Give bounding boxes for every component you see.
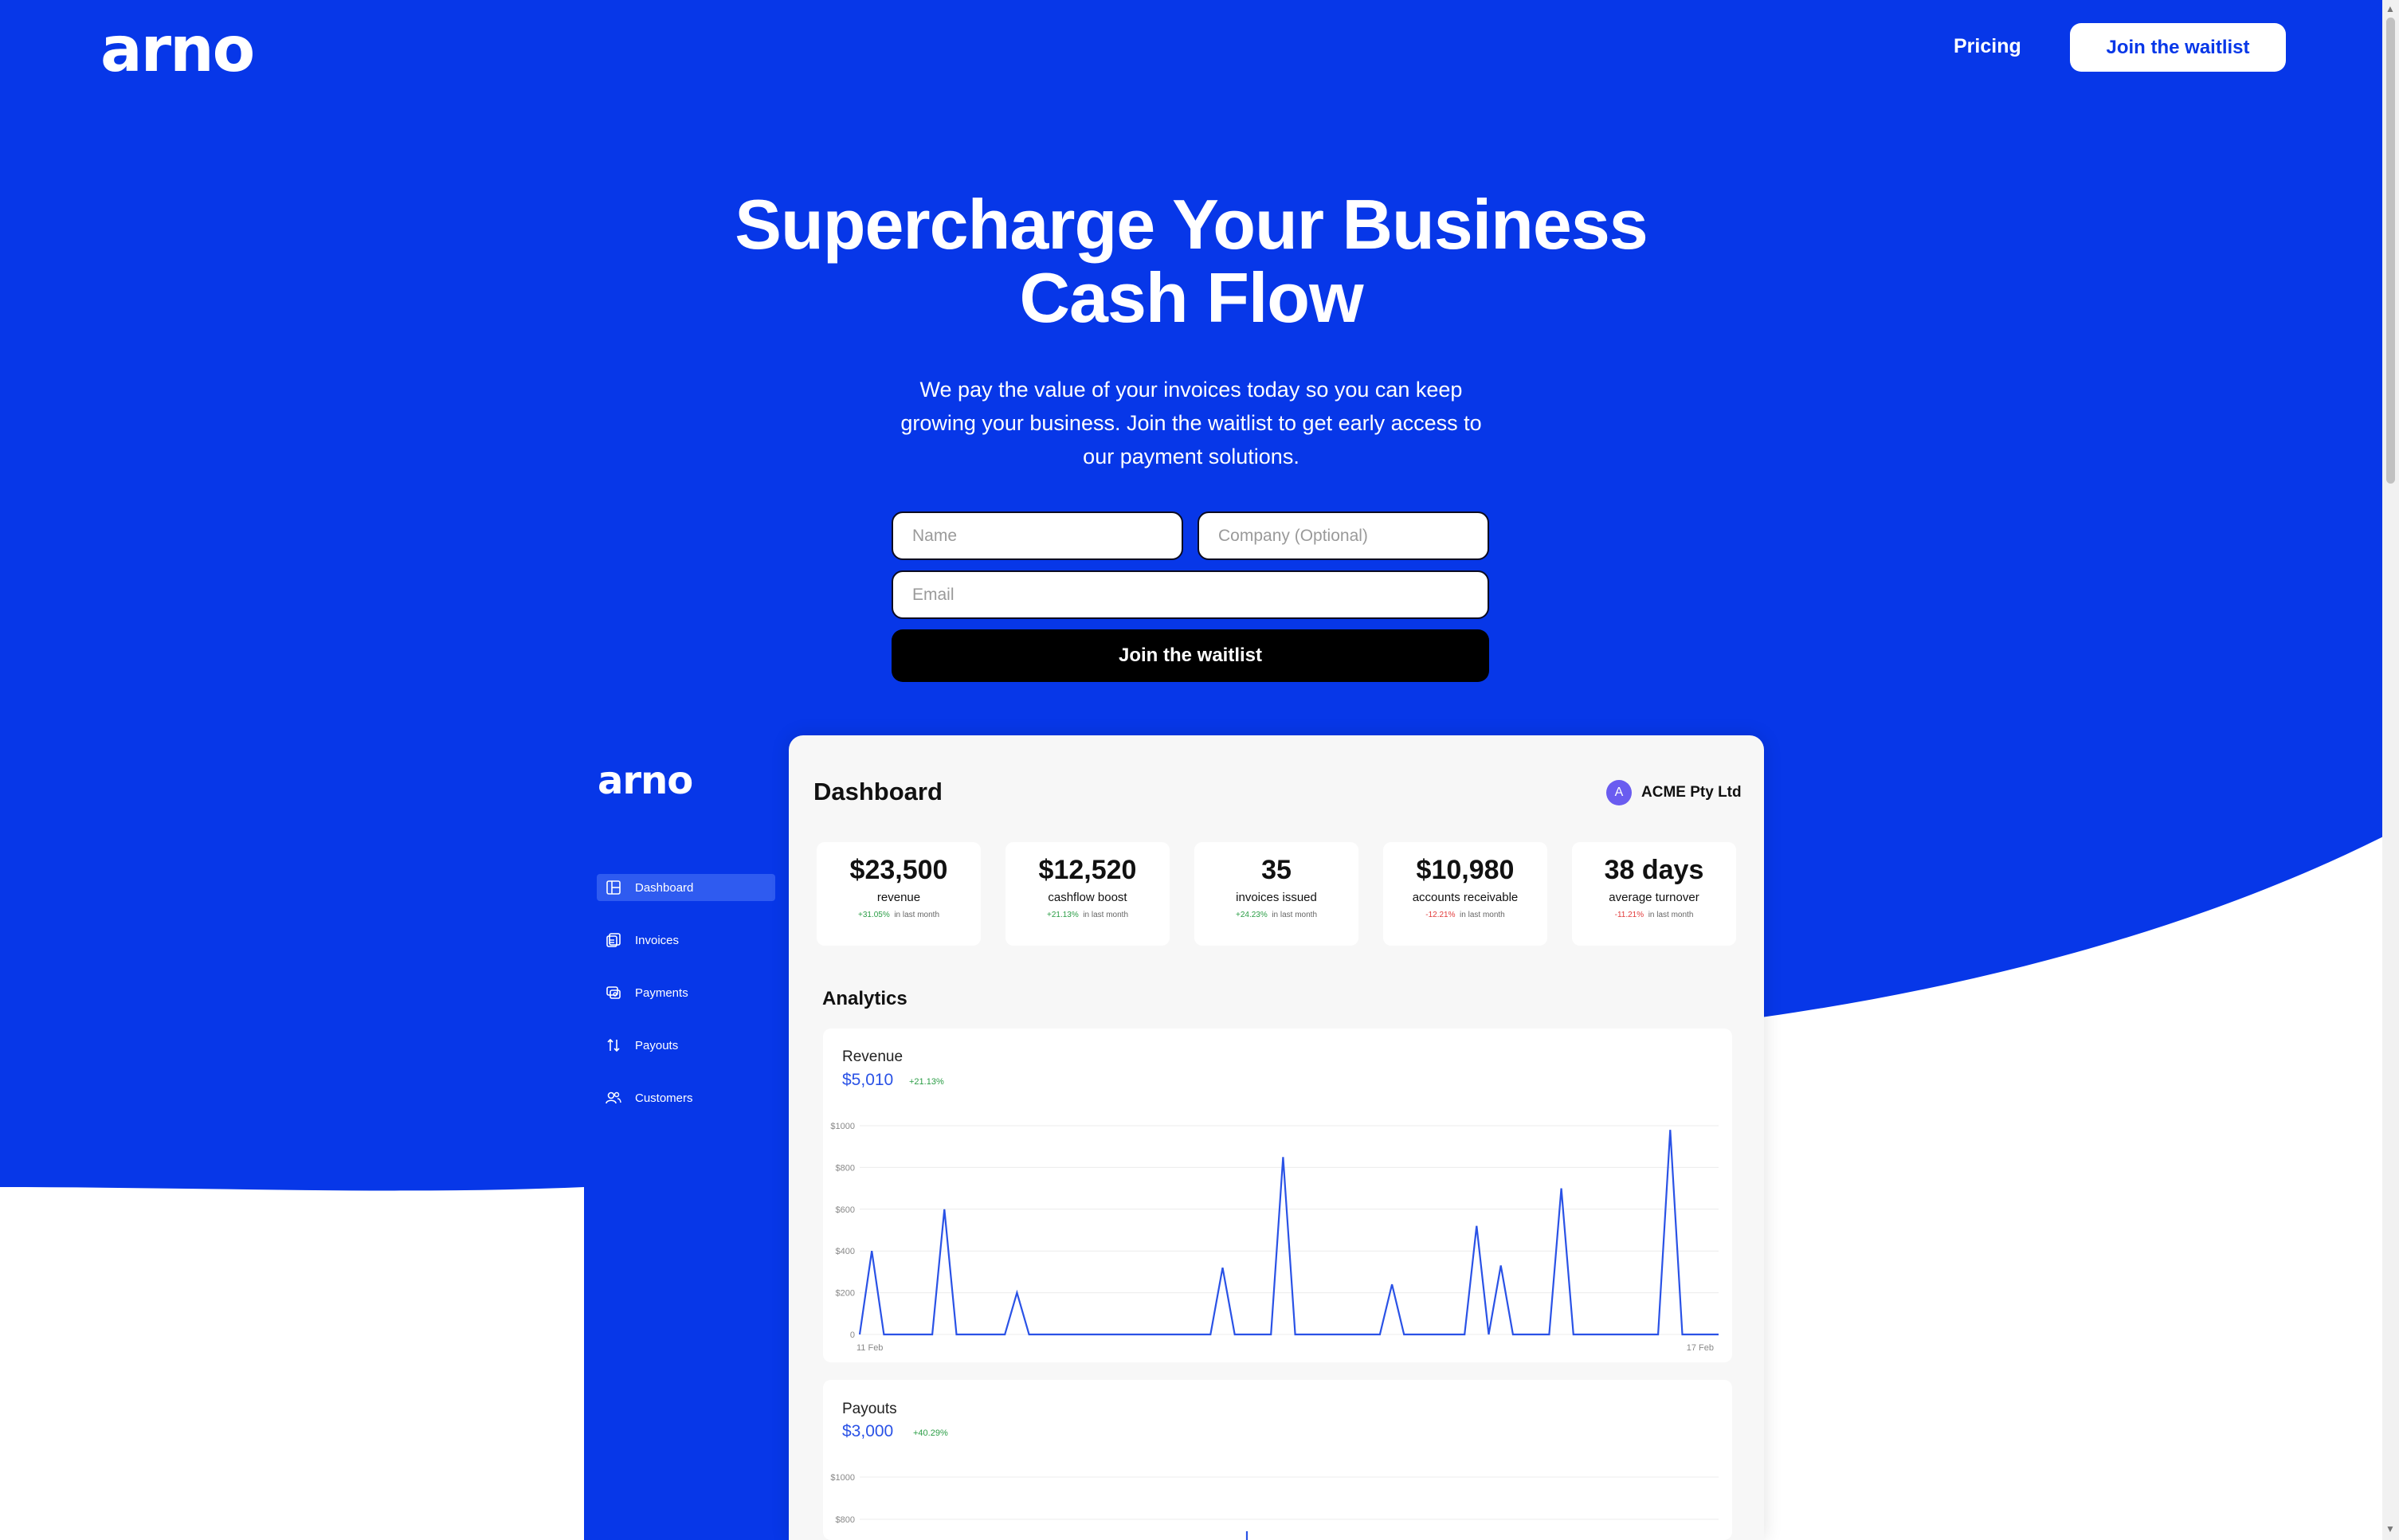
stat-value: $23,500 bbox=[849, 855, 948, 885]
stat-value: $12,520 bbox=[1038, 855, 1137, 885]
company-input[interactable] bbox=[1198, 511, 1489, 560]
stat-change: -12.21% in last month bbox=[1425, 911, 1505, 919]
sidebar-item-customers[interactable]: Customers bbox=[597, 1084, 775, 1111]
hero-headline-line1: Supercharge Your Business bbox=[735, 185, 1648, 264]
stat-label: accounts receivable bbox=[1412, 891, 1519, 904]
sidebar-item-invoices[interactable]: Invoices bbox=[597, 927, 775, 954]
sidebar-item-payouts[interactable]: Payouts bbox=[597, 1032, 775, 1059]
payouts-line-chart: $1000 $800 bbox=[830, 1473, 1719, 1540]
stat-label: revenue bbox=[876, 891, 921, 904]
email-input[interactable] bbox=[892, 570, 1489, 619]
y-tick-label: $200 bbox=[836, 1289, 855, 1299]
stat-change: +31.05% in last month bbox=[857, 911, 940, 919]
sidebar-item-label: Dashboard bbox=[635, 880, 694, 895]
dashboard-icon bbox=[605, 879, 622, 896]
payouts-chart-card: Payouts $3,000 +40.29% $1000 $800 bbox=[823, 1380, 1732, 1540]
y-tick-label: $600 bbox=[836, 1205, 855, 1215]
stat-card-cashflow-boost: $12,520 cashflow boost +21.13% in last m… bbox=[1005, 842, 1170, 946]
avatar: A bbox=[1606, 780, 1632, 805]
stat-label: cashflow boost bbox=[1048, 891, 1127, 904]
stat-card-revenue: $23,500 revenue +31.05% in last month bbox=[817, 842, 981, 946]
invoices-icon bbox=[605, 931, 622, 949]
dashboard-title: Dashboard bbox=[813, 778, 943, 805]
dashboard-logo: arno bbox=[598, 758, 693, 803]
payouts-icon bbox=[605, 1036, 622, 1054]
hero-headline: Supercharge Your Business Cash Flow bbox=[558, 188, 1825, 335]
revenue-chart-card: Revenue $5,010 +21.13% 0 $200 $400 $600 $800… bbox=[823, 1029, 1732, 1362]
y-tick-label: $800 bbox=[836, 1515, 855, 1525]
stat-label: invoices issued bbox=[1236, 891, 1317, 904]
stat-card-average-turnover: 38 days average turnover -11.21% in last… bbox=[1572, 842, 1736, 946]
stat-value: $10,980 bbox=[1416, 855, 1515, 885]
y-tick-label: $800 bbox=[836, 1163, 855, 1173]
join-waitlist-button[interactable]: Join the waitlist bbox=[892, 629, 1489, 682]
analytics-heading: Analytics bbox=[822, 988, 907, 1009]
nav-join-waitlist-button[interactable]: Join the waitlist bbox=[2070, 23, 2286, 72]
hero-subtitle: We pay the value of your invoices today … bbox=[900, 378, 1482, 468]
sidebar-item-dashboard[interactable]: Dashboard bbox=[597, 874, 775, 901]
revenue-series-line bbox=[858, 1130, 1719, 1336]
x-tick-label: 11 Feb bbox=[857, 1343, 883, 1353]
sidebar-item-label: Payments bbox=[635, 986, 688, 1000]
sidebar-item-label: Invoices bbox=[635, 933, 680, 947]
payments-icon bbox=[605, 984, 622, 1001]
stat-value: 35 bbox=[1261, 855, 1292, 885]
stat-card-accounts-receivable: $10,980 accounts receivable -12.21% in l… bbox=[1383, 842, 1547, 946]
sidebar-item-label: Payouts bbox=[635, 1038, 679, 1052]
name-input[interactable] bbox=[892, 511, 1183, 560]
stat-change: +21.13% in last month bbox=[1046, 911, 1129, 919]
revenue-line-chart: 0 $200 $400 $600 $800 $1000 11 Feb 17 Feb bbox=[830, 1122, 1719, 1353]
stat-value: 38 days bbox=[1604, 855, 1704, 885]
sidebar-item-payments[interactable]: Payments bbox=[597, 979, 775, 1006]
stat-label: average turnover bbox=[1609, 891, 1699, 904]
y-tick-label: 0 bbox=[850, 1330, 855, 1340]
company-switcher[interactable]: A ACME Pty Ltd bbox=[1606, 780, 1742, 805]
y-tick-label: $1000 bbox=[830, 1473, 855, 1483]
y-tick-label: $400 bbox=[836, 1247, 855, 1256]
customers-icon bbox=[605, 1089, 622, 1107]
y-tick-label: $1000 bbox=[830, 1122, 855, 1131]
stat-change: +24.23% in last month bbox=[1235, 911, 1318, 919]
nav-pricing-link[interactable]: Pricing bbox=[1954, 35, 2021, 58]
brand-logo[interactable]: arno bbox=[100, 14, 255, 86]
scroll-up-icon[interactable]: ▲ bbox=[2385, 3, 2395, 14]
scroll-down-icon[interactable]: ▼ bbox=[2385, 1523, 2395, 1534]
hero-headline-line2: Cash Flow bbox=[1019, 258, 1363, 337]
company-name: ACME Pty Ltd bbox=[1641, 784, 1742, 801]
sidebar-item-label: Customers bbox=[635, 1091, 693, 1105]
stat-change: -11.21% in last month bbox=[1614, 911, 1694, 919]
stat-card-invoices-issued: 35 invoices issued +24.23% in last month bbox=[1194, 842, 1358, 946]
x-tick-label: 17 Feb bbox=[1687, 1343, 1714, 1353]
scrollbar-thumb[interactable] bbox=[2386, 18, 2395, 484]
dashboard-sidebar bbox=[584, 735, 807, 1540]
